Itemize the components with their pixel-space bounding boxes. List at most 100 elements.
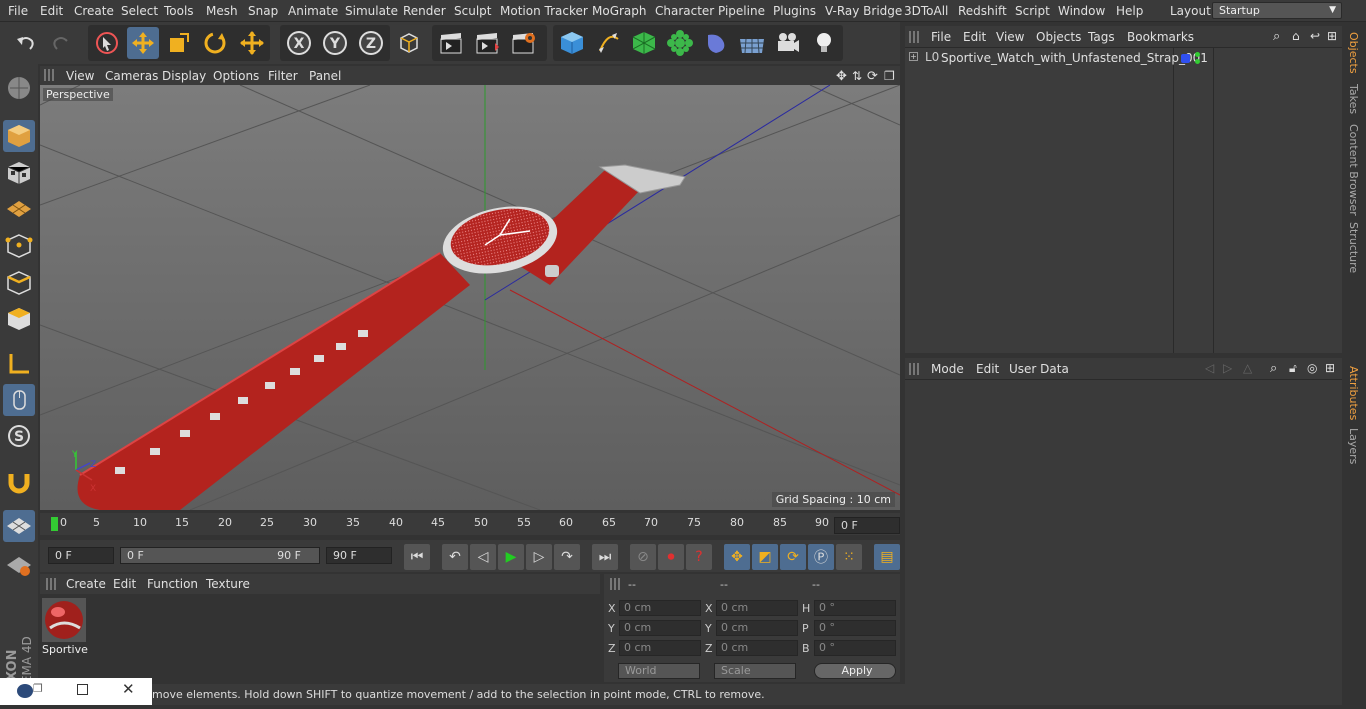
rotation-h-field[interactable]: 0 ° [814,600,896,616]
render-settings-button[interactable] [507,27,539,59]
obj-menu-view[interactable]: View [996,30,1024,44]
cloner-button[interactable] [664,27,696,59]
search-icon[interactable]: ⌕ [1273,29,1280,44]
timeline-ruler[interactable]: 0 5 10 15 20 25 30 35 40 45 50 55 60 65 … [40,513,900,535]
next-key-button[interactable]: ↷ [554,544,580,570]
menu-snap[interactable]: Snap [248,4,278,18]
menu-window[interactable]: Window [1058,4,1105,18]
maximize-icon[interactable] [77,684,88,695]
key-position-button[interactable]: ✥ [724,544,750,570]
next-frame-button[interactable]: ▷ [526,544,552,570]
coordinate-mode-select[interactable]: World [618,663,700,679]
forward-arrow-icon[interactable]: ▷ [1223,361,1232,375]
obj-menu-edit[interactable]: Edit [963,30,986,44]
menu-mesh[interactable]: Mesh [206,4,238,18]
menu-edit[interactable]: Edit [40,4,63,18]
move-tool-button[interactable] [127,27,159,59]
vp-menu-options[interactable]: Options [213,69,259,83]
go-to-start-button[interactable]: ⏮ [404,544,430,570]
key-pla-button[interactable]: ⁙ [836,544,862,570]
cube-button[interactable] [556,27,588,59]
make-editable-button[interactable] [3,72,35,104]
magnet-button[interactable] [3,466,35,498]
size-z-field[interactable]: 0 cm [716,640,798,656]
workplane-lock-button[interactable] [3,549,35,581]
transform-tool-button[interactable] [236,27,268,59]
menu-render[interactable]: Render [403,4,446,18]
menu-file[interactable]: File [8,4,28,18]
menu-plugins[interactable]: Plugins [773,4,816,18]
tab-layers[interactable]: Layers [1347,428,1360,464]
layout-select[interactable]: Startup ▼ [1212,2,1342,19]
move-view-icon[interactable]: ✥ [836,69,847,84]
menu-animate[interactable]: Animate [288,4,338,18]
key-parameter-button[interactable]: Ⓟ [808,544,834,570]
workplane-mode-button[interactable] [3,193,35,225]
key-rotation-button[interactable]: ⟳ [780,544,806,570]
pen-spline-button[interactable] [592,27,624,59]
keyframe-selection-button[interactable]: ? [686,544,712,570]
light-button[interactable] [808,27,840,59]
position-y-field[interactable]: 0 cm [619,620,701,636]
render-view-button[interactable] [435,27,467,59]
menu-simulate[interactable]: Simulate [345,4,398,18]
axis-mode-button[interactable] [3,348,35,380]
previous-key-button[interactable]: ↶ [442,544,468,570]
menu-help[interactable]: Help [1116,4,1143,18]
menu-3dtoall[interactable]: 3DToAll [904,4,948,18]
position-z-field[interactable]: 0 cm [619,640,701,656]
camera-button[interactable] [772,27,804,59]
tab-content-browser[interactable]: Content Browser [1347,124,1360,216]
lock-icon[interactable]: 🔓︎ [1289,361,1297,376]
rotation-p-field[interactable]: 0 ° [814,620,896,636]
obj-menu-file[interactable]: File [931,30,951,44]
editor-visibility-dot[interactable] [1195,52,1200,57]
mat-menu-create[interactable]: Create [66,577,106,591]
rotation-b-field[interactable]: 0 ° [814,640,896,656]
render-visibility-dot[interactable] [1195,59,1200,64]
layer-color-icon[interactable] [1181,54,1190,63]
attr-menu-edit[interactable]: Edit [976,362,999,376]
up-arrow-icon[interactable]: △ [1243,361,1252,375]
mat-menu-texture[interactable]: Texture [206,577,250,591]
zoom-view-icon[interactable]: ⇅ [852,69,862,83]
play-button[interactable]: ▶ [498,544,524,570]
tab-takes[interactable]: Takes [1347,84,1360,114]
menu-tools[interactable]: Tools [164,4,194,18]
obj-menu-tags[interactable]: Tags [1088,30,1115,44]
snap-button[interactable]: S [3,420,35,452]
start-frame-field[interactable]: 0 F [48,547,114,564]
vp-menu-panel[interactable]: Panel [309,69,341,83]
point-mode-button[interactable] [3,230,35,262]
size-mode-select[interactable]: Scale [714,663,796,679]
vp-menu-view[interactable]: View [66,69,94,83]
menu-vray-bridge[interactable]: V-Ray Bridge [825,4,902,18]
target-icon[interactable]: ◎ [1307,361,1317,375]
back-icon[interactable]: ↩ [1310,29,1320,43]
tab-attributes[interactable]: Attributes [1347,366,1360,420]
scale-tool-button[interactable] [163,27,195,59]
position-x-field[interactable]: 0 cm [619,600,701,616]
tweak-mode-button[interactable] [3,384,35,416]
end-frame-field[interactable]: 90 F [326,547,392,564]
live-selection-button[interactable] [91,27,123,59]
close-icon[interactable]: ✕ [122,680,135,698]
previous-frame-button[interactable]: ◁ [470,544,496,570]
deformer-button[interactable] [700,27,732,59]
menu-character[interactable]: Character [655,4,714,18]
menu-script[interactable]: Script [1015,4,1050,18]
menu-select[interactable]: Select [121,4,158,18]
x-axis-lock-button[interactable]: X [283,27,315,59]
floor-button[interactable] [736,27,768,59]
obj-menu-bookmarks[interactable]: Bookmarks [1127,30,1194,44]
tab-objects[interactable]: Objects [1347,32,1360,74]
coordinate-system-button[interactable] [393,27,425,59]
timeline-window-button[interactable]: ▤ [874,544,900,570]
new-window-icon[interactable]: ⊞ [1327,29,1337,43]
rotate-view-icon[interactable]: ⟳ [867,69,878,84]
polygon-mode-button[interactable] [3,303,35,335]
auto-key-button[interactable]: ⏺ [658,544,684,570]
frame-range-slider[interactable]: 0 F 90 F [120,547,320,564]
maximize-view-icon[interactable]: ❐ [884,69,895,83]
expand-icon[interactable]: + [909,52,918,61]
